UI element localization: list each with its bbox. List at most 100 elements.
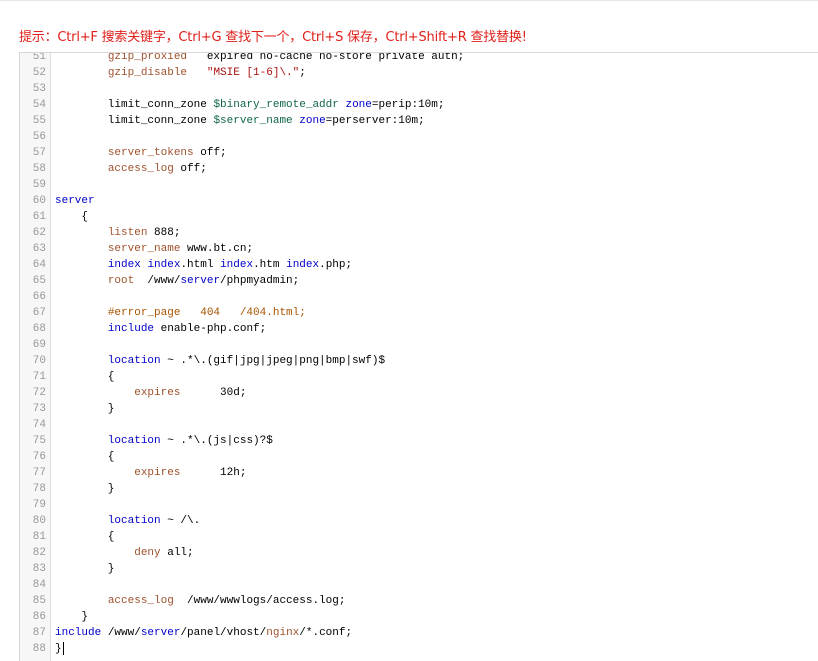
line-code[interactable]: { [55,209,88,225]
code-line[interactable]: 70 location ~ .*\.(gif|jpg|jpeg|png|bmp|… [20,353,818,369]
line-code[interactable]: expires 12h; [55,465,246,481]
code-token: 30d; [180,387,247,399]
code-line[interactable]: 64 index index.html index.htm index.php; [20,257,818,273]
code-line[interactable]: 67 #error_page 404 /404.html; [20,305,818,321]
line-code[interactable]: expires 30d; [55,385,246,401]
code-token: gzip_disable [107,67,188,79]
code-line[interactable]: 78 } [20,481,818,497]
code-line[interactable]: 57 server_tokens off; [20,145,818,161]
code-token: zone [345,99,372,111]
code-token: expired no-cache no-store private auth; [187,52,465,63]
line-code[interactable]: limit_conn_zone $server_name zone=perser… [55,113,425,129]
line-number: 56 [32,131,46,143]
code-line[interactable]: 60 server [20,193,818,209]
line-code[interactable]: { [55,449,115,465]
line-number: 67 [32,307,46,319]
line-code[interactable]: server_tokens off; [55,145,227,161]
line-number: 85 [32,595,46,607]
line-code[interactable]: } [55,401,115,417]
code-token: location [107,435,161,447]
line-number: 62 [32,227,46,239]
code-token: $server_name [213,115,293,127]
code-line[interactable]: 75 location ~ .*\.(js|css)?$ [20,433,818,449]
code-token: /www/ [134,275,181,287]
code-line[interactable]: 55 limit_conn_zone $server_name zone=per… [20,113,818,129]
line-code[interactable]: } [55,481,115,497]
line-code[interactable]: location ~ /\. [55,513,200,529]
code-line[interactable]: 53 [20,81,818,97]
code-token: off; [193,147,227,159]
code-line[interactable]: 77 expires 12h; [20,465,818,481]
line-code[interactable]: } [55,609,88,625]
code-token: { [55,531,115,543]
code-line[interactable]: 62 listen 888; [20,225,818,241]
line-code[interactable]: location ~ .*\.(js|css)?$ [55,433,273,449]
code-token: } [55,643,62,655]
code-line[interactable]: 65 root /www/server/phpmyadmin; [20,273,818,289]
line-number: 75 [32,435,46,447]
line-number: 83 [32,563,46,575]
code-line[interactable]: 79 [20,497,818,513]
code-line[interactable]: 54 limit_conn_zone $binary_remote_addr z… [20,97,818,113]
code-editor[interactable]: 51 gzip_proxied expired no-cache no-stor… [19,52,818,661]
code-line[interactable]: 81 { [20,529,818,545]
line-code[interactable]: gzip_proxied expired no-cache no-store p… [55,52,465,65]
line-code[interactable]: } [55,561,115,577]
line-code[interactable]: deny all; [55,545,194,561]
line-code[interactable]: { [55,369,115,385]
line-code[interactable]: limit_conn_zone $binary_remote_addr zone… [55,97,445,113]
code-line[interactable]: 76 { [20,449,818,465]
code-line[interactable]: 71 { [20,369,818,385]
code-line[interactable]: 83 } [20,561,818,577]
line-code[interactable]: server_name www.bt.cn; [55,241,253,257]
line-code[interactable]: root /www/server/phpmyadmin; [55,273,299,289]
code-line[interactable]: 66 [20,289,818,305]
line-code[interactable]: listen 888; [55,225,181,241]
code-token: gzip_proxied [107,52,188,63]
code-lines[interactable]: 51 gzip_proxied expired no-cache no-stor… [20,52,818,657]
code-line[interactable]: 84 [20,577,818,593]
code-line[interactable]: 58 access_log off; [20,161,818,177]
code-line[interactable]: 80 location ~ /\. [20,513,818,529]
line-code[interactable]: #error_page 404 /404.html; [55,305,306,321]
line-code[interactable]: include /www/server/panel/vhost/nginx/*.… [55,625,352,641]
line-code[interactable]: access_log /www/wwwlogs/access.log; [55,593,346,609]
line-code[interactable]: gzip_disable "MSIE [1-6]\."; [55,65,306,81]
code-token: server [180,275,221,287]
code-line[interactable]: 74 [20,417,818,433]
code-token: /www/wwwlogs/access.log; [173,595,346,607]
code-line[interactable]: 88} [20,641,818,657]
code-line[interactable]: 86 } [20,609,818,625]
code-line[interactable]: 61 { [20,209,818,225]
line-number: 58 [32,163,46,175]
line-code[interactable]: index index.html index.htm index.php; [55,257,352,273]
code-token: all; [160,547,194,559]
line-code[interactable]: access_log off; [55,161,207,177]
code-line[interactable]: 73 } [20,401,818,417]
code-line[interactable]: 59 [20,177,818,193]
line-code[interactable]: server [55,193,95,209]
code-line[interactable]: 72 expires 30d; [20,385,818,401]
text-cursor [62,641,64,655]
code-line[interactable]: 87 include /www/server/panel/vhost/nginx/… [20,625,818,641]
line-code[interactable]: location ~ .*\.(gif|jpg|jpeg|png|bmp|swf… [55,353,385,369]
code-line[interactable]: 63 server_name www.bt.cn; [20,241,818,257]
line-number: 77 [32,467,46,479]
line-number: 68 [32,323,46,335]
line-code[interactable]: } [55,641,64,657]
code-line[interactable]: 51 gzip_proxied expired no-cache no-stor… [20,52,818,65]
code-token: 12h; [180,467,247,479]
line-code[interactable]: { [55,529,115,545]
code-line[interactable]: 68 include enable-php.conf; [20,321,818,337]
line-code[interactable]: include enable-php.conf; [55,321,266,337]
code-line[interactable]: 85 access_log /www/wwwlogs/access.log; [20,593,818,609]
code-line[interactable]: 69 [20,337,818,353]
code-line[interactable]: 82 deny all; [20,545,818,561]
code-line[interactable]: 52 gzip_disable "MSIE [1-6]\."; [20,65,818,81]
code-line[interactable]: 56 [20,129,818,145]
